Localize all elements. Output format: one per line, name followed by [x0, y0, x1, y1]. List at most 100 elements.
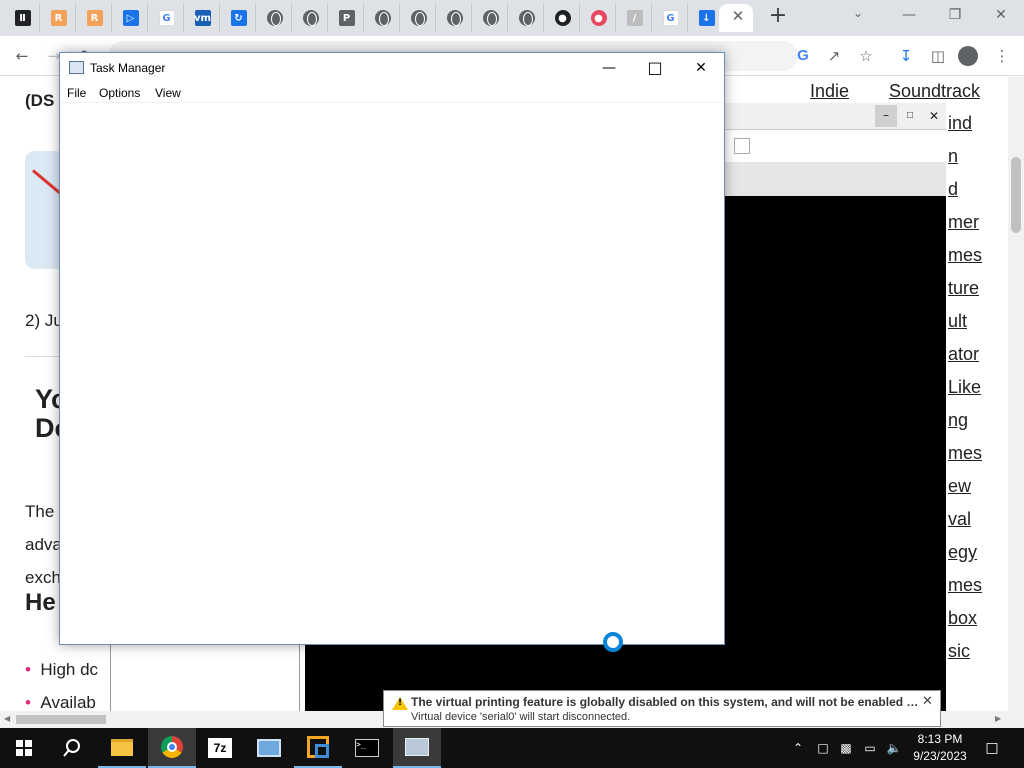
notification-close-button[interactable]: ✕ — [922, 694, 933, 709]
profile-avatar[interactable] — [958, 46, 978, 66]
browser-tab[interactable]: R — [78, 4, 112, 32]
sidebar-link[interactable]: val — [948, 509, 971, 530]
tm-close-button[interactable]: ✕ — [678, 53, 724, 83]
taskbar-cmd[interactable]: >_ — [343, 728, 391, 768]
sidebar-link[interactable]: ew — [948, 476, 971, 497]
google-lens-icon[interactable]: G — [792, 45, 814, 67]
taskbar-chrome[interactable] — [148, 728, 196, 768]
tray-tablet-icon[interactable]: □ — [815, 740, 831, 756]
start-button[interactable] — [0, 728, 48, 768]
side-panel-icon[interactable]: ◫ — [927, 45, 949, 67]
task-manager-icon — [69, 61, 84, 74]
sidebar-link[interactable]: ult — [948, 311, 967, 332]
show-hidden-icons-chevron[interactable]: ⌃ — [790, 740, 806, 756]
menu-view[interactable]: View — [155, 86, 181, 100]
sidebar-link[interactable]: egy — [948, 542, 977, 563]
downloads-icon[interactable]: ↧ — [895, 45, 917, 67]
browser-tab[interactable] — [438, 4, 472, 32]
vm-tab-bar — [724, 162, 946, 196]
tab-search-icon[interactable]: ⌄ — [853, 6, 863, 20]
browser-tab[interactable]: ● — [582, 4, 616, 32]
vm-toolbar-strip — [724, 129, 946, 162]
chrome-icon — [161, 736, 183, 758]
sidebar-link[interactable]: d — [948, 179, 958, 200]
browser-tab[interactable]: vm — [186, 4, 220, 32]
taskbar-task-manager[interactable] — [393, 728, 441, 768]
network-icon[interactable]: ▭ — [862, 740, 878, 756]
sidebar-link[interactable]: box — [948, 608, 977, 629]
sidebar-link[interactable]: Like — [948, 377, 981, 398]
vm-fullscreen-icon[interactable] — [734, 138, 750, 154]
sidebar-link[interactable]: n — [948, 146, 958, 167]
sidebar-link[interactable]: ator — [948, 344, 979, 365]
browser-tab[interactable] — [294, 4, 328, 32]
sidebar-link[interactable]: mes — [948, 443, 982, 464]
bullet-list: • High dc • Availab — [25, 653, 98, 711]
new-tab-button[interactable]: + — [768, 5, 788, 27]
search-button[interactable] — [48, 728, 96, 768]
bullet-item: • Availab — [25, 693, 96, 711]
bookmark-star-icon[interactable]: ☆ — [855, 45, 877, 67]
browser-tab[interactable]: ∕ — [618, 4, 652, 32]
scroll-left-icon[interactable]: ◀ — [4, 714, 10, 723]
task-manager-titlebar[interactable]: Task Manager — □ ✕ — [60, 53, 724, 83]
tm-minimize-button[interactable]: — — [586, 53, 632, 83]
browser-tab[interactable]: G — [150, 4, 184, 32]
task-manager-window[interactable]: Task Manager — □ ✕ File Options View — [59, 52, 725, 645]
browser-minimize-button[interactable]: — — [894, 4, 924, 26]
browser-menu-icon[interactable]: ⋮ — [991, 45, 1013, 67]
taskbar-file-explorer[interactable] — [98, 728, 146, 768]
sidebar-link[interactable]: sic — [948, 641, 970, 662]
tray-vmware-tools-icon[interactable]: ▩ — [838, 740, 854, 756]
sidebar-link[interactable]: mer — [948, 212, 979, 233]
page-vertical-scrollbar[interactable] — [1008, 77, 1024, 711]
taskbar-clock[interactable]: 8:13 PM 9/23/2023 — [909, 731, 971, 765]
sidebar-link[interactable]: mes — [948, 575, 982, 596]
notifications-icon[interactable]: □ — [984, 740, 1000, 756]
browser-tab[interactable]: Ⅱ — [6, 4, 40, 32]
browser-tab[interactable] — [402, 4, 436, 32]
browser-close-button[interactable]: ✕ — [986, 4, 1016, 26]
browser-tab[interactable]: ● — [546, 4, 580, 32]
share-icon[interactable]: ↗ — [823, 45, 845, 67]
menu-file[interactable]: File — [67, 86, 86, 100]
feather-icon: ∕ — [626, 10, 643, 26]
menu-options[interactable]: Options — [99, 86, 140, 100]
search-icon — [63, 739, 80, 757]
tab-close-icon[interactable]: ✕ — [729, 7, 747, 25]
github-icon: ● — [554, 10, 571, 26]
browser-tab[interactable] — [366, 4, 400, 32]
browser-tab[interactable]: P — [330, 4, 364, 32]
7zip-icon: 7z — [208, 738, 232, 758]
vm-close-button[interactable]: ✕ — [928, 105, 940, 127]
sidebar-link[interactable]: ture — [948, 278, 979, 299]
vm-maximize-button[interactable]: □ — [904, 105, 916, 127]
sidebar-link[interactable]: mes — [948, 245, 982, 266]
bullet-item: • High dc — [25, 660, 99, 679]
sidebar-link[interactable]: ind — [948, 113, 972, 134]
globe-icon — [266, 10, 283, 26]
back-icon[interactable]: ← — [11, 45, 33, 67]
browser-tab[interactable] — [258, 4, 292, 32]
nav-link-soundtrack[interactable]: Soundtrack — [889, 81, 980, 102]
browser-tab[interactable]: ▷ — [114, 4, 148, 32]
scroll-right-icon[interactable]: ▶ — [995, 714, 1001, 723]
windows-taskbar: 7z >_ ⌃ □ ▩ ▭ 🔈 8:13 PM 9/23/2023 □ — [0, 728, 1024, 768]
tm-maximize-button[interactable]: □ — [632, 53, 678, 83]
browser-tab[interactable] — [474, 4, 508, 32]
browser-tab[interactable]: G — [654, 4, 688, 32]
browser-tab[interactable] — [510, 4, 544, 32]
taskbar-7zip[interactable]: 7z — [196, 728, 244, 768]
sidebar-link[interactable]: ng — [948, 410, 968, 431]
browser-tab[interactable]: R — [42, 4, 76, 32]
nav-link-indie[interactable]: Indie — [810, 81, 849, 102]
volume-muted-icon[interactable]: 🔈 — [886, 740, 902, 756]
library-icon: Ⅱ — [14, 10, 31, 26]
browser-tab[interactable]: ↻ — [222, 4, 256, 32]
vm-minimize-button[interactable]: – — [875, 105, 897, 127]
taskbar-remote-desktop[interactable] — [245, 728, 293, 768]
taskbar-vmware[interactable] — [294, 728, 342, 768]
browser-restore-button[interactable]: ❐ — [940, 4, 970, 26]
globe-icon — [302, 10, 319, 26]
r-icon: R — [50, 10, 67, 26]
